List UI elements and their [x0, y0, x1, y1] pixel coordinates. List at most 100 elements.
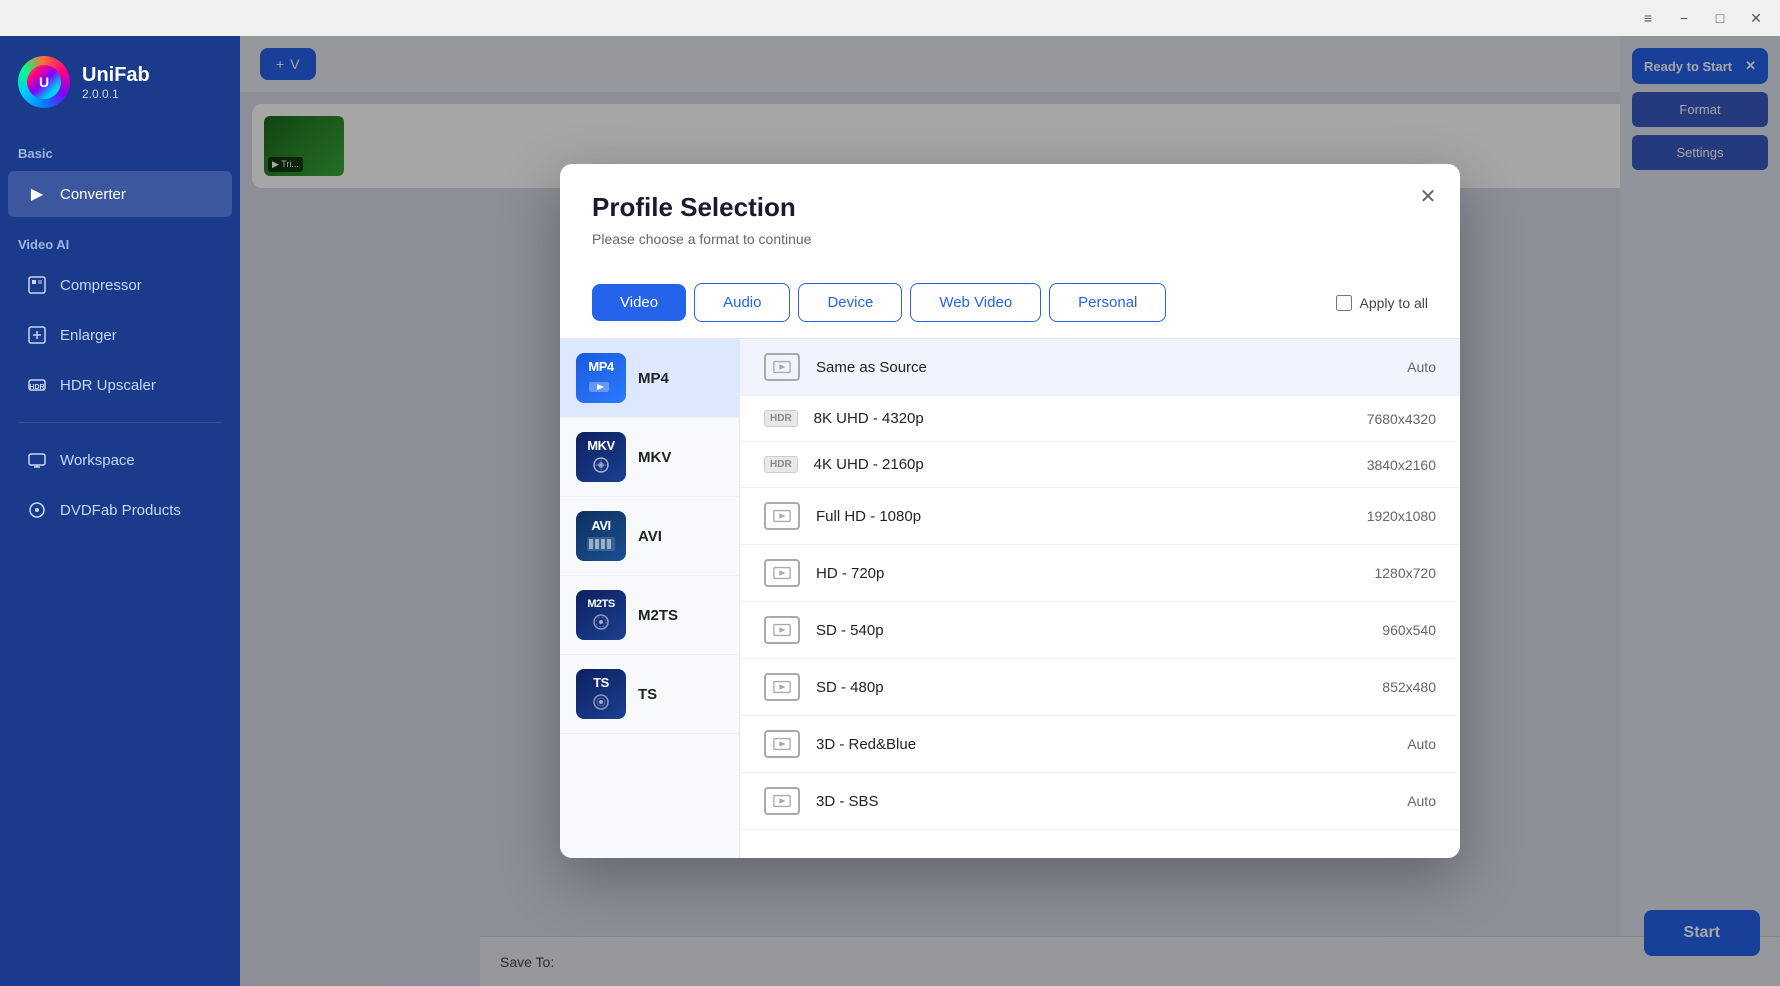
res-name-same-as-source: Same as Source: [816, 359, 1320, 376]
res-icon-3d-rb: [764, 730, 800, 758]
mkv-icon: MKV: [576, 432, 626, 482]
resolution-item-4k[interactable]: HDR 4K UHD - 2160p 3840x2160: [740, 442, 1460, 488]
logo-icon: U: [18, 56, 70, 108]
app-window: U UniFab 2.0.0.1 Basic ▶ Converter Video…: [0, 36, 1780, 986]
logo-text: UniFab 2.0.0.1: [82, 64, 150, 101]
apply-to-all-text: Apply to all: [1360, 295, 1428, 311]
resolution-item-hd720[interactable]: HD - 720p 1280x720: [740, 545, 1460, 602]
tab-audio[interactable]: Audio: [694, 283, 790, 322]
section-basic-label: Basic: [0, 128, 240, 169]
avi-label: AVI: [638, 528, 662, 545]
res-name-sd480: SD - 480p: [816, 679, 1320, 696]
close-button[interactable]: ✕: [1740, 4, 1772, 32]
res-name-hd720: HD - 720p: [816, 565, 1320, 582]
avi-icon: AVI: [576, 511, 626, 561]
mkv-label: MKV: [638, 449, 671, 466]
res-name-3d-rb: 3D - Red&Blue: [816, 736, 1320, 753]
main-content: + V ▶ Tri... Ready to Start ✕ Format Set…: [240, 36, 1780, 986]
hdr-badge-4k: HDR: [764, 456, 798, 473]
res-name-fullhd: Full HD - 1080p: [816, 508, 1320, 525]
format-item-avi[interactable]: AVI: [560, 497, 739, 576]
enlarger-label: Enlarger: [60, 327, 117, 344]
svg-text:U: U: [39, 74, 49, 90]
tab-personal[interactable]: Personal: [1049, 283, 1166, 322]
sidebar-item-hdr-upscaler[interactable]: HDR HDR Upscaler: [8, 362, 232, 408]
sidebar-item-enlarger[interactable]: Enlarger: [8, 312, 232, 358]
menu-button[interactable]: ≡: [1632, 4, 1664, 32]
section-video-ai-label: Video AI: [0, 219, 240, 260]
res-dim-4k: 3840x2160: [1336, 457, 1436, 473]
enlarger-icon: [26, 324, 48, 346]
res-dim-hd720: 1280x720: [1336, 565, 1436, 581]
resolution-item-sd540[interactable]: SD - 540p 960x540: [740, 602, 1460, 659]
resolution-item-3d-sbs[interactable]: 3D - SBS Auto: [740, 773, 1460, 830]
resolution-list: Same as Source Auto HDR 8K UHD - 4320p 7…: [740, 339, 1460, 858]
svg-text:HDR: HDR: [29, 384, 44, 391]
modal-header: Profile Selection Please choose a format…: [560, 164, 1460, 283]
sidebar: U UniFab 2.0.0.1 Basic ▶ Converter Video…: [0, 36, 240, 986]
modal-subtitle: Please choose a format to continue: [592, 231, 1428, 247]
logo-name: UniFab: [82, 64, 150, 87]
dvdfab-label: DVDFab Products: [60, 502, 181, 519]
hdr-upscaler-icon: HDR: [26, 374, 48, 396]
tab-device[interactable]: Device: [798, 283, 902, 322]
res-dim-sd540: 960x540: [1336, 622, 1436, 638]
resolution-item-sd480[interactable]: SD - 480p 852x480: [740, 659, 1460, 716]
modal-body: MP4 MP4: [560, 338, 1460, 858]
m2ts-icon: M2TS: [576, 590, 626, 640]
workspace-icon: [26, 449, 48, 471]
sidebar-item-compressor[interactable]: Compressor: [8, 262, 232, 308]
modal-overlay: Profile Selection Please choose a format…: [240, 36, 1780, 986]
res-name-4k: 4K UHD - 2160p: [814, 456, 1320, 473]
sidebar-item-converter[interactable]: ▶ Converter: [8, 171, 232, 217]
workspace-label: Workspace: [60, 452, 135, 469]
apply-to-all-label[interactable]: Apply to all: [1336, 295, 1428, 311]
converter-label: Converter: [60, 186, 126, 203]
resolution-item-same-as-source[interactable]: Same as Source Auto: [740, 339, 1460, 396]
res-dim-sd480: 852x480: [1336, 679, 1436, 695]
sidebar-item-workspace[interactable]: Workspace: [8, 437, 232, 483]
format-list: MP4 MP4: [560, 339, 740, 858]
sidebar-item-dvdfab[interactable]: DVDFab Products: [8, 487, 232, 533]
tab-web-video[interactable]: Web Video: [910, 283, 1041, 322]
format-item-mkv[interactable]: MKV MKV: [560, 418, 739, 497]
compressor-label: Compressor: [60, 277, 142, 294]
res-icon-same-as-source: [764, 353, 800, 381]
maximize-button[interactable]: □: [1704, 4, 1736, 32]
res-dim-3d-rb: Auto: [1336, 736, 1436, 752]
profile-selection-modal: Profile Selection Please choose a format…: [560, 164, 1460, 858]
dvdfab-icon: [26, 499, 48, 521]
ts-label: TS: [638, 686, 657, 703]
hdr-upscaler-label: HDR Upscaler: [60, 377, 156, 394]
sidebar-divider: [18, 422, 222, 423]
res-name-sd540: SD - 540p: [816, 622, 1320, 639]
res-dim-8k: 7680x4320: [1336, 411, 1436, 427]
tabs-row: Video Audio Device Web Video Personal Ap…: [560, 283, 1460, 338]
mp4-label: MP4: [638, 370, 669, 387]
modal-title: Profile Selection: [592, 192, 1428, 223]
modal-close-button[interactable]: ✕: [1412, 180, 1444, 212]
apply-to-all-checkbox[interactable]: [1336, 295, 1352, 311]
res-icon-sd540: [764, 616, 800, 644]
m2ts-label: M2TS: [638, 607, 678, 624]
converter-icon: ▶: [26, 183, 48, 205]
res-icon-hd720: [764, 559, 800, 587]
compressor-icon: [26, 274, 48, 296]
logo-area: U UniFab 2.0.0.1: [0, 36, 240, 128]
res-dim-fullhd: 1920x1080: [1336, 508, 1436, 524]
resolution-item-8k[interactable]: HDR 8K UHD - 4320p 7680x4320: [740, 396, 1460, 442]
res-dim-same-as-source: Auto: [1336, 359, 1436, 375]
res-icon-fullhd: [764, 502, 800, 530]
res-name-8k: 8K UHD - 4320p: [814, 410, 1320, 427]
hdr-badge-8k: HDR: [764, 410, 798, 427]
res-icon-3d-sbs: [764, 787, 800, 815]
format-item-ts[interactable]: TS TS: [560, 655, 739, 734]
res-name-3d-sbs: 3D - SBS: [816, 793, 1320, 810]
resolution-item-3d-rb[interactable]: 3D - Red&Blue Auto: [740, 716, 1460, 773]
tab-video[interactable]: Video: [592, 284, 686, 321]
format-item-mp4[interactable]: MP4 MP4: [560, 339, 739, 418]
ts-icon: TS: [576, 669, 626, 719]
resolution-item-fullhd[interactable]: Full HD - 1080p 1920x1080: [740, 488, 1460, 545]
format-item-m2ts[interactable]: M2TS M2TS: [560, 576, 739, 655]
minimize-button[interactable]: −: [1668, 4, 1700, 32]
